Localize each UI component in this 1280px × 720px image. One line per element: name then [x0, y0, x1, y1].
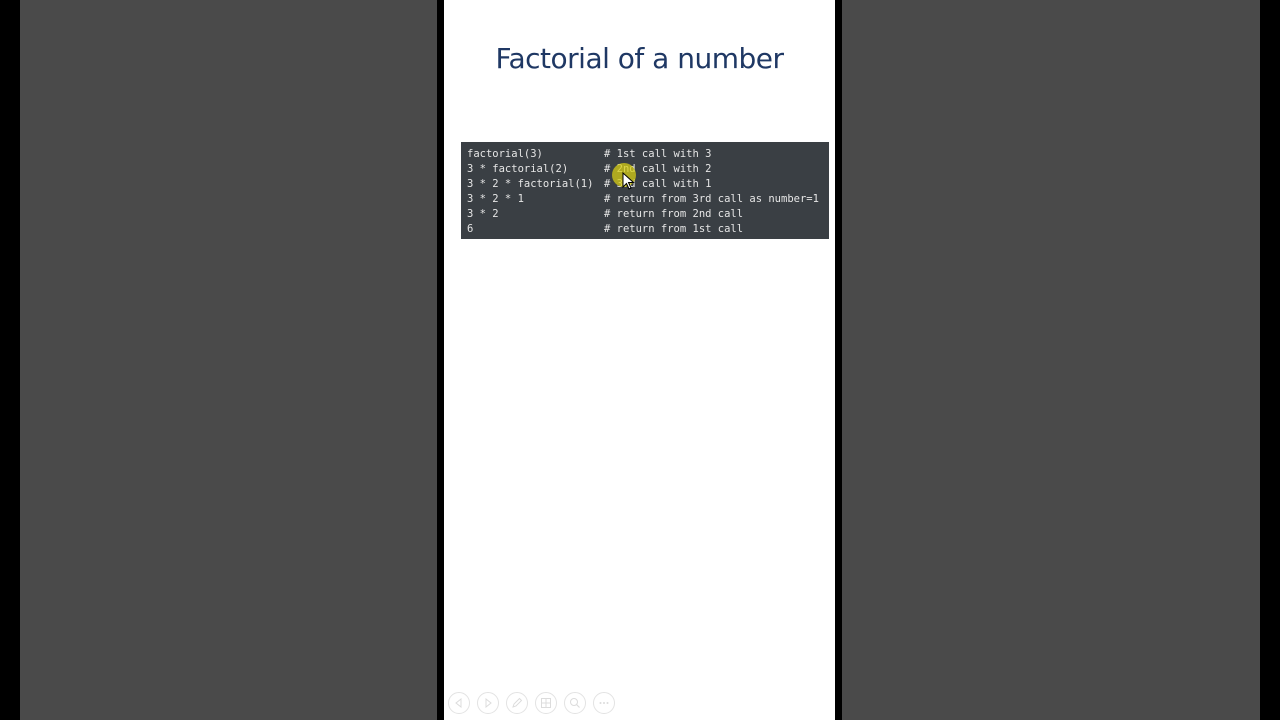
code-line: 3 * 2 * 1 # return from 3rd call as numb… — [467, 192, 823, 207]
pen-icon — [512, 697, 523, 708]
code-line: 6 # return from 1st call — [467, 222, 823, 237]
code-line: factorial(3) # 1st call with 3 — [467, 147, 823, 162]
left-letterbox — [0, 0, 20, 720]
slide-title: Factorial of a number — [495, 42, 784, 75]
code-expression: 3 * 2 * 1 — [467, 193, 524, 205]
code-expression: factorial(3) — [467, 148, 543, 160]
zoom-icon — [570, 698, 580, 708]
presentation-viewer: Factorial of a number factorial(3) # 1st… — [0, 0, 1280, 720]
slides-grid-icon — [541, 698, 551, 708]
code-block: factorial(3) # 1st call with 3 3 * facto… — [461, 142, 829, 239]
previous-icon — [455, 698, 462, 708]
code-comment: # return from 1st call — [604, 223, 744, 235]
zoom-button[interactable] — [564, 692, 586, 714]
code-comment: # 1st call with 3 — [604, 148, 712, 160]
see-all-slides-button[interactable] — [535, 692, 557, 714]
code-line: 3 * 2 # return from 2nd call — [467, 207, 823, 222]
code-expression: 3 * 2 — [467, 208, 499, 220]
mouse-cursor-icon — [622, 172, 635, 190]
next-slide-button[interactable] — [477, 692, 499, 714]
more-options-icon — [599, 702, 609, 704]
slide: Factorial of a number factorial(3) # 1st… — [444, 0, 835, 720]
code-comment: # return from 3rd call as number=1 — [604, 193, 819, 205]
code-expression: 3 * factorial(2) — [467, 163, 569, 175]
code-expression: 3 * 2 * factorial(1) — [467, 178, 594, 190]
code-comment: # return from 2nd call — [604, 208, 744, 220]
code-line: 3 * factorial(2) # 2nd call with 2 — [467, 162, 823, 177]
more-options-button[interactable] — [593, 692, 615, 714]
code-line: 3 * 2 * factorial(1) # 3rd call with 1 — [467, 177, 823, 192]
previous-slide-button[interactable] — [448, 692, 470, 714]
right-letterbox — [1260, 0, 1280, 720]
next-icon — [485, 698, 492, 708]
code-expression: 6 — [467, 223, 474, 235]
pen-button[interactable] — [506, 692, 528, 714]
slideshow-toolbar — [448, 692, 615, 716]
